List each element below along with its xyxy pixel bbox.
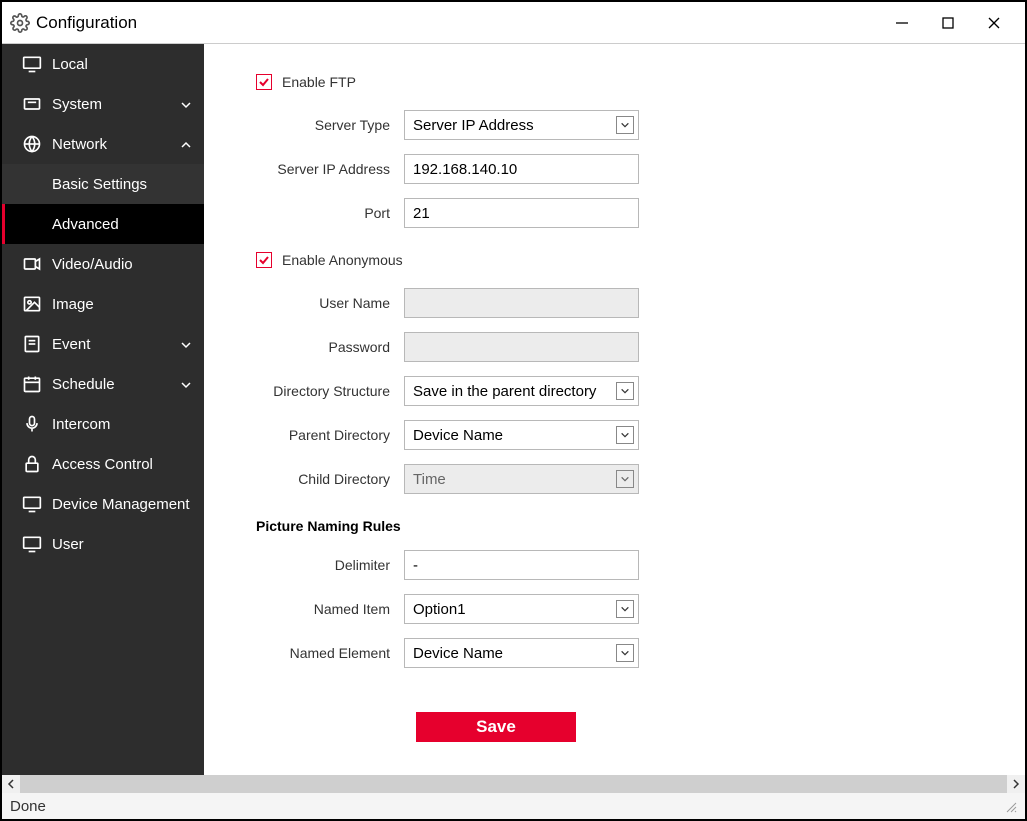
chevron-down-icon bbox=[180, 98, 192, 110]
monitor-icon bbox=[22, 494, 42, 514]
enable-anonymous-row: Enable Anonymous bbox=[256, 252, 995, 268]
status-text: Done bbox=[10, 798, 46, 815]
named-item-select[interactable]: Option1 bbox=[404, 594, 639, 624]
sidebar-sub-label: Basic Settings bbox=[52, 176, 147, 193]
enable-ftp-row: Enable FTP bbox=[256, 74, 995, 90]
picture-naming-rules-header: Picture Naming Rules bbox=[256, 518, 995, 534]
chevron-down-icon bbox=[616, 644, 634, 662]
port-input[interactable] bbox=[404, 198, 639, 228]
child-directory-label: Child Directory bbox=[256, 471, 404, 487]
image-icon bbox=[22, 294, 42, 314]
event-icon bbox=[22, 334, 42, 354]
sidebar-item-label: Video/Audio bbox=[52, 256, 192, 273]
user-name-input bbox=[404, 288, 639, 318]
user-name-label: User Name bbox=[256, 295, 404, 311]
parent-directory-label: Parent Directory bbox=[256, 427, 404, 443]
sidebar-item-label: User bbox=[52, 536, 192, 553]
named-element-select[interactable]: Device Name bbox=[404, 638, 639, 668]
enable-anonymous-label: Enable Anonymous bbox=[282, 252, 403, 268]
sidebar-sub-advanced[interactable]: Advanced bbox=[2, 204, 204, 244]
parent-directory-select[interactable]: Device Name bbox=[404, 420, 639, 450]
chevron-down-icon bbox=[616, 382, 634, 400]
server-type-select[interactable]: Server IP Address bbox=[404, 110, 639, 140]
status-bar: Done bbox=[2, 793, 1025, 819]
monitor-icon bbox=[22, 54, 42, 74]
sidebar-item-device-management[interactable]: Device Management bbox=[2, 484, 204, 524]
named-item-label: Named Item bbox=[256, 601, 404, 617]
monitor-icon bbox=[22, 534, 42, 554]
video-icon bbox=[22, 254, 42, 274]
system-icon bbox=[22, 94, 42, 114]
save-button[interactable]: Save bbox=[416, 712, 576, 742]
chevron-down-icon bbox=[180, 378, 192, 390]
directory-structure-select[interactable]: Save in the parent directory bbox=[404, 376, 639, 406]
scroll-right-arrow[interactable] bbox=[1007, 775, 1025, 793]
sidebar-item-label: Access Control bbox=[52, 456, 192, 473]
chevron-down-icon bbox=[616, 426, 634, 444]
sidebar-item-schedule[interactable]: Schedule bbox=[2, 364, 204, 404]
sidebar-item-local[interactable]: Local bbox=[2, 44, 204, 84]
resize-grip-icon[interactable] bbox=[1003, 799, 1017, 813]
lock-icon bbox=[22, 454, 42, 474]
sidebar-item-label: Image bbox=[52, 296, 192, 313]
sidebar-item-label: Local bbox=[52, 56, 192, 73]
sidebar-item-intercom[interactable]: Intercom bbox=[2, 404, 204, 444]
globe-icon bbox=[22, 134, 42, 154]
named-element-label: Named Element bbox=[256, 645, 404, 661]
sidebar-item-label: System bbox=[52, 96, 180, 113]
titlebar: Configuration bbox=[2, 2, 1025, 44]
sidebar: Local System Network Basic Settings Adva… bbox=[2, 44, 204, 775]
sidebar-item-event[interactable]: Event bbox=[2, 324, 204, 364]
minimize-button[interactable] bbox=[879, 2, 925, 44]
password-label: Password bbox=[256, 339, 404, 355]
sidebar-item-label: Network bbox=[52, 136, 180, 153]
maximize-button[interactable] bbox=[925, 2, 971, 44]
calendar-icon bbox=[22, 374, 42, 394]
delimiter-label: Delimiter bbox=[256, 557, 404, 573]
sidebar-item-video-audio[interactable]: Video/Audio bbox=[2, 244, 204, 284]
horizontal-scrollbar[interactable] bbox=[2, 775, 1025, 793]
chevron-up-icon bbox=[180, 138, 192, 150]
server-ip-input[interactable] bbox=[404, 154, 639, 184]
chevron-down-icon bbox=[616, 600, 634, 618]
delimiter-input[interactable] bbox=[404, 550, 639, 580]
enable-ftp-checkbox[interactable] bbox=[256, 74, 272, 90]
sidebar-sub-label: Advanced bbox=[52, 216, 119, 233]
sidebar-item-network[interactable]: Network bbox=[2, 124, 204, 164]
gear-icon bbox=[10, 13, 30, 33]
sidebar-item-label: Intercom bbox=[52, 416, 192, 433]
content-panel: Enable FTP Server Type Server IP Address… bbox=[204, 44, 1025, 775]
server-ip-label: Server IP Address bbox=[256, 161, 404, 177]
chevron-down-icon bbox=[616, 116, 634, 134]
enable-anonymous-checkbox[interactable] bbox=[256, 252, 272, 268]
sidebar-item-label: Schedule bbox=[52, 376, 180, 393]
window-title: Configuration bbox=[36, 13, 137, 33]
port-label: Port bbox=[256, 205, 404, 221]
chevron-down-icon bbox=[616, 470, 634, 488]
sidebar-item-image[interactable]: Image bbox=[2, 284, 204, 324]
scroll-left-arrow[interactable] bbox=[2, 775, 20, 793]
sidebar-item-label: Device Management bbox=[52, 496, 192, 513]
sidebar-sub-basic-settings[interactable]: Basic Settings bbox=[2, 164, 204, 204]
enable-ftp-label: Enable FTP bbox=[282, 74, 356, 90]
server-type-label: Server Type bbox=[256, 117, 404, 133]
sidebar-item-system[interactable]: System bbox=[2, 84, 204, 124]
child-directory-select: Time bbox=[404, 464, 639, 494]
close-button[interactable] bbox=[971, 2, 1017, 44]
sidebar-item-label: Event bbox=[52, 336, 180, 353]
password-input bbox=[404, 332, 639, 362]
directory-structure-label: Directory Structure bbox=[256, 383, 404, 399]
sidebar-item-user[interactable]: User bbox=[2, 524, 204, 564]
sidebar-item-access-control[interactable]: Access Control bbox=[2, 444, 204, 484]
microphone-icon bbox=[22, 414, 42, 434]
chevron-down-icon bbox=[180, 338, 192, 350]
scrollbar-track[interactable] bbox=[20, 775, 1007, 793]
